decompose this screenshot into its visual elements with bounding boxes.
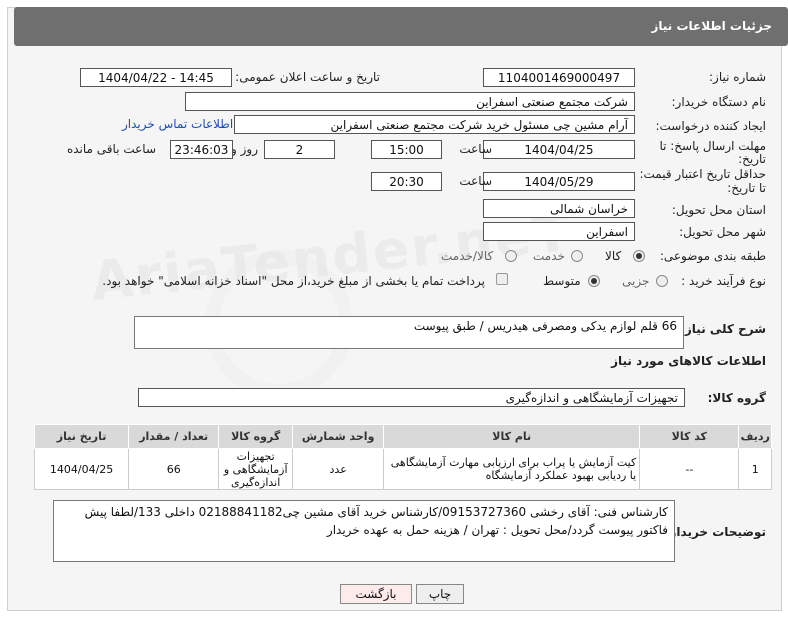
process-radio-minor[interactable] <box>656 275 668 287</box>
treasury-checkbox[interactable] <box>496 273 508 285</box>
col-name: نام کالا <box>383 424 641 449</box>
category-radio-service[interactable] <box>571 250 583 262</box>
print-button[interactable]: چاپ <box>416 584 464 604</box>
deadline-time-field[interactable]: 15:00 <box>371 140 442 159</box>
remaining-label: ساعت باقی مانده <box>66 142 156 156</box>
cell-unit: عدد <box>292 448 385 490</box>
process-label: نوع فرآیند خرید : <box>681 274 766 288</box>
col-date: تاریخ نیاز <box>33 424 130 449</box>
validity-label: حداقل تاریخ اعتبار قیمت: <box>639 167 766 181</box>
days-field[interactable]: 2 <box>264 140 335 159</box>
category-radio-goods[interactable] <box>633 250 645 262</box>
cell-name: کیت آزمایش یا پراب برای ارزیابی مهارت آز… <box>383 448 641 490</box>
col-code: کد کالا <box>639 424 740 449</box>
validity-time-label: ساعت <box>459 174 492 188</box>
col-row: ردیف <box>738 424 772 449</box>
deadline-time-label: ساعت <box>459 142 492 156</box>
category-label: طبقه بندی موضوعی: <box>659 249 766 263</box>
cell-qty: 66 <box>128 448 220 490</box>
validity-date-field[interactable]: 1404/05/29 <box>483 172 635 191</box>
category-option-service: خدمت <box>533 249 565 263</box>
goods-group-field[interactable]: تجهیزات آزمایشگاهی و اندازه‌گیری <box>138 388 685 407</box>
cell-row: 1 <box>738 448 772 490</box>
page-title: جزئیات اطلاعات نیاز <box>651 19 772 33</box>
buyer-org-field[interactable]: شرکت مجتمع صنعتی اسفراین <box>185 92 635 111</box>
back-button[interactable]: بازگشت <box>340 584 412 604</box>
buyer-org-label: نام دستگاه خریدار: <box>671 95 767 109</box>
summary-field[interactable]: 66 قلم لوازم یدکی ومصرفی هیدریس / طبق پی… <box>134 316 684 349</box>
deadline-label: مهلت ارسال پاسخ: تا <box>659 139 766 153</box>
city-field[interactable]: اسفراین <box>483 222 635 241</box>
table-header-row: ردیف کد کالا نام کالا واحد شمارش گروه کا… <box>33 424 772 449</box>
creator-field[interactable]: آرام مشین چی مسئول خرید شرکت مجتمع صنعتی… <box>234 115 635 134</box>
category-option-goods: کالا <box>605 249 622 263</box>
validity-time-field[interactable]: 20:30 <box>371 172 442 191</box>
cell-code: -- <box>639 448 740 490</box>
table-row[interactable]: 1 -- کیت آزمایش یا پراب برای ارزیابی مها… <box>33 448 772 490</box>
creator-label: ایجاد کننده درخواست: <box>655 119 766 133</box>
cell-group: تجهیزات آزمایشگاهی و اندازه‌گیری <box>218 448 294 490</box>
summary-label: شرح کلی نیاز: <box>680 322 766 336</box>
goods-info-title: اطلاعات کالاهای مورد نیاز <box>611 354 766 368</box>
process-option-minor: جزیی <box>622 274 650 288</box>
goods-group-label: گروه کالا: <box>707 391 766 405</box>
days-label: روز و <box>231 142 258 156</box>
announce-field[interactable]: 1404/04/22 - 14:45 <box>80 68 232 87</box>
items-table: ردیف کد کالا نام کالا واحد شمارش گروه کا… <box>33 424 772 490</box>
province-label: استان محل تحویل: <box>671 203 766 217</box>
col-unit: واحد شمارش <box>292 424 385 449</box>
payment-note: پرداخت تمام یا بخشی از مبلغ خرید،از محل … <box>102 274 485 288</box>
province-field[interactable]: خراسان شمالی <box>483 199 635 218</box>
col-group: گروه کالا <box>218 424 294 449</box>
cell-date: 1404/04/25 <box>33 448 130 490</box>
city-label: شهر محل تحویل: <box>679 225 766 239</box>
validity-label-2: تا تاریخ: <box>727 181 766 195</box>
need-number-label: شماره نیاز: <box>709 70 766 84</box>
announce-label: تاریخ و ساعت اعلان عمومی: <box>235 70 380 84</box>
category-option-both: کالا/خدمت <box>441 249 494 263</box>
page-header: جزئیات اطلاعات نیاز <box>14 7 788 46</box>
process-radio-medium[interactable] <box>588 275 600 287</box>
deadline-label-2: تاریخ: <box>738 152 766 166</box>
remaining-field[interactable]: 23:46:03 <box>170 140 233 159</box>
notes-field[interactable]: کارشناس فنی: آقای رخشی 09153727360/کارشن… <box>53 500 675 562</box>
category-radio-both[interactable] <box>505 250 517 262</box>
process-option-medium: متوسط <box>543 274 581 288</box>
deadline-date-field[interactable]: 1404/04/25 <box>483 140 635 159</box>
need-number-field[interactable]: 1104001469000497 <box>483 68 635 87</box>
contact-info-link[interactable]: اطلاعات تماس خریدار <box>122 117 233 131</box>
col-qty: تعداد / مقدار <box>128 424 220 449</box>
notes-label: توضیحات خریدار: <box>664 525 766 539</box>
